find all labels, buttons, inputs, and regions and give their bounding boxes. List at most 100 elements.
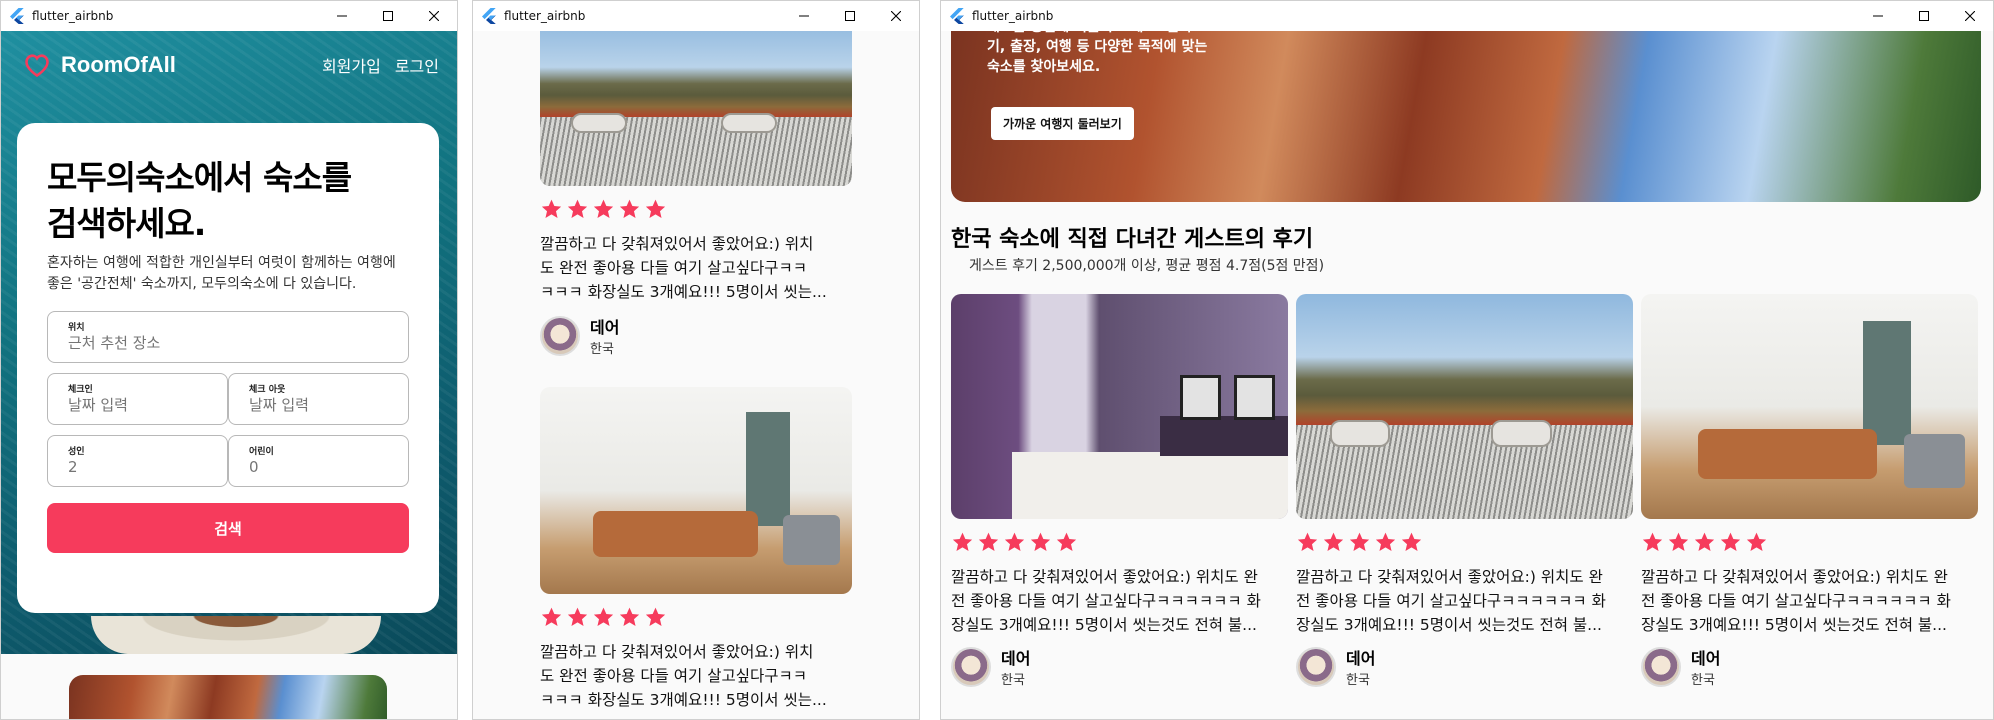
star-icon	[540, 198, 563, 220]
author-country: 한국	[590, 342, 614, 357]
maximize-icon	[1919, 11, 1929, 21]
review-author: 데어 한국	[951, 645, 1288, 688]
close-button[interactable]	[1947, 1, 1993, 31]
review-card[interactable]: 깔끔하고 다 갖춰져있어서 좋았어요:) 위치 도 완전 좋아용 다들 여기 살…	[540, 387, 852, 712]
children-input[interactable]	[249, 458, 393, 476]
search-button[interactable]: 검색	[47, 503, 409, 553]
photo-sofa	[1698, 429, 1877, 479]
photo-headboard	[1159, 415, 1288, 456]
star-icon	[1348, 531, 1371, 553]
review-line2: 전 좋아용 다들 여기 살고싶다구ㅋㅋㅋㅋㅋㅋ 화	[1296, 592, 1606, 610]
hero-canyon-image	[69, 675, 387, 719]
review-photo	[1641, 294, 1978, 519]
author-country: 한국	[1346, 673, 1370, 688]
maximize-icon	[383, 11, 393, 21]
maximize-button[interactable]	[827, 1, 873, 31]
minimize-icon	[1873, 15, 1883, 17]
title-bar[interactable]: flutter_airbnb	[1, 1, 457, 31]
review-line3: 장실도 3개예요!!! 5명이서 씻는것도 전혀 불...	[951, 616, 1257, 634]
author-name: 데어	[1001, 649, 1031, 668]
star-icon	[644, 198, 667, 220]
location-field[interactable]: 위치	[47, 311, 409, 363]
app-window-1: flutter_airbnb RoomOfAll 회원가입 로그인 모두의숙소에…	[0, 0, 458, 720]
maximize-button[interactable]	[365, 1, 411, 31]
review-text: 깔끔하고 다 갖춰져있어서 좋았어요:) 위치도 완 전 좋아용 다들 여기 살…	[951, 565, 1288, 637]
signup-link[interactable]: 회원가입	[322, 53, 381, 77]
star-icon	[618, 606, 641, 628]
login-link[interactable]: 로그인	[395, 53, 439, 77]
review-text: 깔끔하고 다 갖춰져있어서 좋았어요:) 위치도 완 전 좋아용 다들 여기 살…	[1641, 565, 1978, 637]
star-icon	[977, 531, 1000, 553]
close-icon	[891, 11, 901, 21]
heart-logo-icon[interactable]	[23, 52, 51, 78]
checkin-label: 체크인	[68, 385, 93, 395]
review-photo	[540, 31, 852, 186]
search-subtitle: 혼자하는 여행에 적합한 개인실부터 여럿이 함께하는 여행에 좋은 '공간전체…	[47, 255, 396, 292]
review-card[interactable]: 깔끔하고 다 갖춰져있어서 좋았어요:) 위치도 완 전 좋아용 다들 여기 살…	[1641, 294, 1978, 688]
photo-chair	[783, 515, 840, 566]
review-line2: 도 완전 좋아용 다들 여기 살고싶다구ㅋㅋ	[540, 667, 808, 685]
author-country: 한국	[1691, 673, 1715, 688]
search-title-line1: 모두의숙소에서 숙소를	[47, 158, 352, 197]
checkout-field[interactable]: 체크 아웃	[228, 373, 409, 425]
review-line3: ㅋㅋㅋ 화장실도 3개예요!!! 5명이서 씻는...	[540, 691, 827, 709]
rating-stars	[540, 198, 852, 220]
review-photo	[540, 387, 852, 594]
flutter-icon	[950, 8, 964, 24]
star-icon	[1374, 531, 1397, 553]
review-photo	[951, 294, 1288, 519]
review-card[interactable]: 깔끔하고 다 갖춰져있어서 좋았어요:) 위치도 완 전 좋아용 다들 여기 살…	[1296, 294, 1633, 688]
checkin-field[interactable]: 체크인	[47, 373, 228, 425]
star-icon	[566, 198, 589, 220]
author-name: 데어	[1346, 649, 1376, 668]
review-card[interactable]: 깔끔하고 다 갖춰져있어서 좋았어요:) 위치도 완 전 좋아용 다들 여기 살…	[951, 294, 1288, 688]
star-icon	[1055, 531, 1078, 553]
photo-chair	[1903, 433, 1965, 488]
children-field[interactable]: 어린이	[228, 435, 409, 487]
window-content: 깔끔하고 다 갖춰져있어서 좋았어요:) 위치 도 완전 좋아용 다들 여기 살…	[473, 31, 919, 719]
adults-input[interactable]	[68, 458, 212, 476]
star-icon	[1693, 531, 1716, 553]
review-line1: 깔끔하고 다 갖춰져있어서 좋았어요:) 위치도 완	[1641, 568, 1948, 586]
explore-nearby-button[interactable]: 가까운 여행지 둘러보기	[991, 107, 1134, 140]
star-icon	[592, 606, 615, 628]
maximize-icon	[845, 11, 855, 21]
star-icon	[644, 606, 667, 628]
star-icon	[951, 531, 974, 553]
star-icon	[1400, 531, 1423, 553]
maximize-button[interactable]	[1901, 1, 1947, 31]
minimize-button[interactable]	[1855, 1, 1901, 31]
location-input[interactable]	[68, 334, 356, 352]
review-text: 깔끔하고 다 갖춰져있어서 좋았어요:) 위치 도 완전 좋아용 다들 여기 살…	[540, 232, 852, 304]
rating-stars	[1296, 531, 1633, 553]
review-line2: 전 좋아용 다들 여기 살고싶다구ㅋㅋㅋㅋㅋㅋ 화	[1641, 592, 1951, 610]
adults-field[interactable]: 성인	[47, 435, 228, 487]
avatar	[540, 315, 580, 356]
review-line3: 장실도 3개예요!!! 5명이서 씻는것도 전혀 불...	[1641, 616, 1947, 634]
photo-cushion	[1491, 420, 1553, 447]
minimize-button[interactable]	[319, 1, 365, 31]
close-button[interactable]	[873, 1, 919, 31]
title-bar[interactable]: flutter_airbnb	[941, 1, 1993, 31]
hero-banner: 새로운 공간에 머물러 보세요. 살아보기, 출장, 여행 등 다양한 목적에 …	[951, 31, 1981, 202]
photo-bed	[1011, 451, 1288, 519]
checkin-input[interactable]	[68, 396, 212, 414]
avatar	[1296, 646, 1336, 687]
minimize-button[interactable]	[781, 1, 827, 31]
window-title: flutter_airbnb	[972, 9, 1054, 23]
close-button[interactable]	[411, 1, 457, 31]
author-country: 한국	[1001, 673, 1025, 688]
search-title: 모두의숙소에서 숙소를 검색하세요.	[47, 155, 409, 247]
window-content: RoomOfAll 회원가입 로그인 모두의숙소에서 숙소를 검색하세요. 혼자…	[1, 31, 457, 719]
star-icon	[1719, 531, 1742, 553]
star-icon	[1003, 531, 1026, 553]
photo-sofa	[593, 511, 759, 557]
checkout-input[interactable]	[249, 396, 393, 414]
review-card[interactable]: 깔끔하고 다 갖춰져있어서 좋았어요:) 위치 도 완전 좋아용 다들 여기 살…	[540, 31, 852, 357]
title-bar[interactable]: flutter_airbnb	[473, 1, 919, 31]
minimize-icon	[337, 15, 347, 17]
brand-name[interactable]: RoomOfAll	[61, 52, 176, 78]
review-line1: 깔끔하고 다 갖춰져있어서 좋았어요:) 위치도 완	[951, 568, 1258, 586]
location-label: 위치	[68, 323, 85, 333]
star-icon	[1322, 531, 1345, 553]
